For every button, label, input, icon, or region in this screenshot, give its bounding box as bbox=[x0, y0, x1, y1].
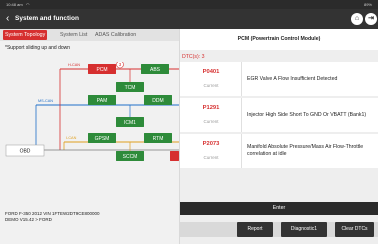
tab-system-list[interactable]: System List bbox=[58, 30, 89, 40]
tab-system-topology[interactable]: System Topology bbox=[3, 30, 48, 40]
dtc-badge: 3 bbox=[116, 62, 124, 69]
module-label: DDM bbox=[152, 98, 163, 104]
dtc-code-cell: P0401 Current bbox=[180, 62, 242, 96]
module-label: ICM1 bbox=[124, 120, 136, 126]
dtc-code: P0401 bbox=[202, 69, 220, 75]
clear-dtcs-button[interactable]: Clear DTCs bbox=[335, 222, 374, 237]
dtc-description: Injector High Side Short To GND Or VBATT… bbox=[247, 111, 367, 118]
tab-bar: System Topology System List ADAS Calibra… bbox=[0, 29, 179, 41]
dtc-code-cell: P1291 Current bbox=[180, 98, 242, 132]
module-label: PCM bbox=[96, 67, 107, 73]
battery-level: 89% bbox=[363, 2, 372, 7]
dtc-count: DTC(s): 3 bbox=[182, 54, 205, 60]
module-tcm[interactable]: TCM bbox=[116, 82, 144, 92]
module-rtm[interactable]: RTM bbox=[144, 133, 172, 143]
module-pcm[interactable]: PCM bbox=[88, 64, 116, 74]
report-button[interactable]: Report bbox=[237, 222, 273, 237]
dtc-description: EGR Valve A Flow Insufficient Detected bbox=[247, 75, 338, 82]
dtc-row[interactable]: P2073 Current Manifold Absolute Pressure… bbox=[180, 134, 378, 168]
module-header: PCM (Powertrain Control Module) bbox=[180, 29, 378, 50]
dtc-state: Current bbox=[203, 155, 219, 160]
dtc-code: P2073 bbox=[202, 141, 220, 147]
module-gpsm[interactable]: GPSM bbox=[88, 133, 116, 143]
module-label: TCM bbox=[125, 85, 136, 91]
bus-label-h-can: H-CAN bbox=[68, 63, 80, 67]
back-icon[interactable]: ‹ bbox=[6, 12, 9, 26]
vehicle-info-line2: DEMO V15.42 > FORD bbox=[5, 217, 52, 222]
module-abs[interactable]: ABS bbox=[141, 64, 169, 74]
tab-adas-calibration[interactable]: ADAS Calibration bbox=[93, 30, 138, 40]
bus-label-ms-can: MS-CAN bbox=[38, 99, 53, 103]
obd-label: OBD bbox=[20, 149, 31, 155]
dtc-row[interactable]: P1291 Current Injector High Side Short T… bbox=[180, 98, 378, 132]
dtc-code-cell: P2073 Current bbox=[180, 134, 242, 168]
exit-icon[interactable]: ⇥ bbox=[365, 13, 377, 25]
title-bar: ‹ System and function ⌂ ⇥ bbox=[0, 9, 378, 29]
module-ddm[interactable]: DDM bbox=[144, 95, 172, 105]
module-label: RTM bbox=[153, 136, 164, 142]
dtc-code: P1291 bbox=[202, 105, 220, 111]
dtc-state: Current bbox=[203, 83, 219, 88]
module-sccm[interactable]: SCCM bbox=[116, 151, 144, 161]
obd-port: OBD bbox=[5, 144, 45, 157]
status-time: 10:48 am bbox=[6, 2, 23, 7]
dtc-description: Manifold Absolute Pressure/Mass Air Flow… bbox=[247, 144, 364, 157]
diagnostic-button[interactable]: Diagnostic1 bbox=[281, 222, 327, 237]
module-label: SCCM bbox=[123, 154, 138, 160]
topology-panel: System Topology System List ADAS Calibra… bbox=[0, 29, 179, 244]
module-label: GPSM bbox=[95, 136, 110, 142]
module-icm1[interactable]: ICM1 bbox=[116, 117, 144, 127]
topology-diagram[interactable]: H-CAN MS-CAN I-CAN PCM 3 ABS TCM PAM DDM bbox=[0, 62, 179, 197]
dtc-state: Current bbox=[203, 119, 219, 124]
module-unlabeled-red[interactable] bbox=[170, 151, 179, 161]
module-label: ABS bbox=[150, 67, 161, 73]
page-title: System and function bbox=[15, 15, 79, 22]
module-pam[interactable]: PAM bbox=[88, 95, 116, 105]
status-bar: 10:48 am ◠ 89% bbox=[0, 0, 378, 9]
module-label: PAM bbox=[97, 98, 107, 104]
bottom-toolbar: Report Diagnostic1 Clear DTCs bbox=[180, 222, 378, 237]
home-icon[interactable]: ⌂ bbox=[351, 13, 363, 25]
support-hint: *Support sliding up and down bbox=[5, 45, 71, 51]
wifi-icon: ◠ bbox=[26, 2, 30, 7]
vehicle-info: FORD F-350 2012 VIN 1FTEW2DT9CE800000 DE… bbox=[5, 211, 100, 223]
bus-label-i-can: I-CAN bbox=[66, 136, 77, 140]
enter-button[interactable]: Enter bbox=[180, 202, 378, 215]
dtc-row[interactable]: P0401 Current EGR Valve A Flow Insuffici… bbox=[180, 62, 378, 96]
